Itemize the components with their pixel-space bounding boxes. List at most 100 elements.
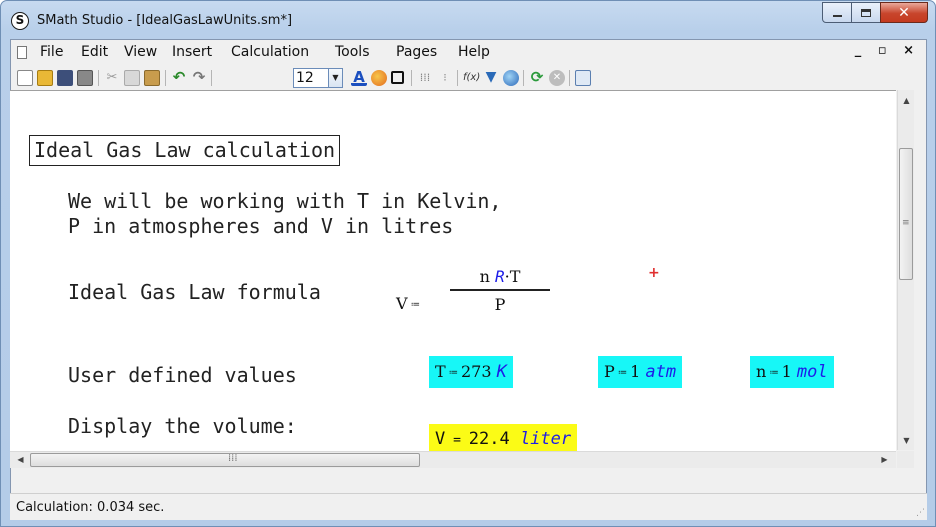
horizontal-scroll-thumb[interactable]: ⁞⁞⁞ bbox=[30, 453, 420, 467]
close-button[interactable]: ✕ bbox=[880, 2, 928, 23]
fill-color-icon[interactable] bbox=[371, 70, 387, 86]
assign-operator: ≔ bbox=[410, 300, 420, 310]
scrollbar-corner bbox=[897, 451, 914, 468]
value-var: P bbox=[604, 362, 615, 381]
assign-operator: ≔ bbox=[617, 368, 628, 378]
display-label[interactable]: Display the volume: bbox=[68, 414, 297, 438]
dynamic-icon[interactable] bbox=[503, 70, 519, 86]
menu-file[interactable]: File bbox=[40, 44, 63, 60]
menu-edit[interactable]: Edit bbox=[81, 44, 108, 60]
title-bar[interactable]: S SMath Studio - [IdealGasLawUnits.sm*] … bbox=[1, 1, 935, 39]
menu-bar: File Edit View Insert Calculation Tools … bbox=[11, 40, 926, 64]
mdi-controls[interactable]: _ ▫ × bbox=[855, 43, 920, 58]
formula-label[interactable]: Ideal Gas Law formula bbox=[68, 280, 321, 304]
result-volume[interactable]: V = 22.4 liter bbox=[429, 424, 578, 451]
scroll-left-icon[interactable]: ◀ bbox=[12, 452, 29, 468]
cut-icon[interactable]: ✂ bbox=[104, 70, 120, 86]
menu-help[interactable]: Help bbox=[458, 44, 490, 60]
cursor-crosshair-icon: + bbox=[648, 265, 660, 281]
caption-buttons: ✕ bbox=[822, 2, 928, 23]
toolbar-separator bbox=[569, 70, 570, 86]
new-icon[interactable] bbox=[17, 70, 33, 86]
equals-sign: = bbox=[445, 433, 469, 448]
result-unit: liter bbox=[519, 429, 572, 449]
open-icon[interactable] bbox=[37, 70, 53, 86]
text-color-icon[interactable]: A bbox=[351, 70, 367, 86]
minimize-icon bbox=[832, 15, 842, 17]
app-window: S SMath Studio - [IdealGasLawUnits.sm*] … bbox=[0, 0, 936, 527]
maximize-button[interactable] bbox=[851, 2, 881, 23]
page-icon[interactable] bbox=[575, 70, 591, 86]
worksheet-title[interactable]: Ideal Gas Law calculation bbox=[29, 135, 341, 166]
status-bar: Calculation: 0.034 sec. ⋰ bbox=[10, 493, 927, 520]
resize-grip-icon[interactable]: ⋰ bbox=[916, 508, 925, 518]
scroll-down-icon[interactable]: ▼ bbox=[898, 432, 915, 449]
value-num: 273 bbox=[460, 362, 492, 381]
ideal-gas-formula[interactable]: V ≔ n R·T P bbox=[396, 267, 550, 314]
redo-icon[interactable]: ↷ bbox=[191, 70, 207, 86]
status-text: Calculation: 0.034 sec. bbox=[16, 500, 165, 515]
font-size-input[interactable]: 12 bbox=[293, 68, 329, 88]
scroll-right-icon[interactable]: ▶ bbox=[876, 452, 893, 468]
numerator-t: T bbox=[509, 267, 521, 286]
value-unit: atm bbox=[645, 362, 677, 382]
value-n[interactable]: n ≔ 1 mol bbox=[750, 356, 834, 388]
value-unit: mol bbox=[796, 362, 828, 382]
scroll-up-icon[interactable]: ▲ bbox=[898, 92, 915, 109]
toolbar-separator bbox=[457, 70, 458, 86]
print-icon[interactable] bbox=[77, 70, 93, 86]
align-icon[interactable]: ⁞⁞⁞ bbox=[417, 70, 433, 86]
vertical-scrollbar[interactable]: ▲ ≡ ▼ bbox=[897, 90, 914, 450]
vertical-scroll-thumb[interactable] bbox=[899, 148, 913, 280]
menu-pages[interactable]: Pages bbox=[396, 44, 437, 60]
value-unit: K bbox=[496, 362, 507, 382]
numerator-r: R bbox=[495, 267, 505, 286]
refresh-icon[interactable]: ⟳ bbox=[529, 70, 545, 86]
toolbar-separator bbox=[411, 70, 412, 86]
result-var: V bbox=[435, 429, 446, 449]
font-size-dropdown[interactable]: ▼ bbox=[329, 68, 343, 88]
user-values-label[interactable]: User defined values bbox=[68, 363, 297, 387]
formula-lhs: V bbox=[396, 294, 408, 313]
copy-icon[interactable] bbox=[124, 70, 140, 86]
result-num: 22.4 bbox=[468, 429, 510, 449]
close-icon: ✕ bbox=[898, 4, 910, 21]
menu-calculation[interactable]: Calculation bbox=[231, 44, 309, 60]
function-icon[interactable]: f(x) bbox=[463, 70, 480, 86]
assign-operator: ≔ bbox=[769, 368, 779, 378]
toolbar-separator bbox=[165, 70, 166, 86]
assign-operator: ≔ bbox=[448, 368, 458, 378]
value-t[interactable]: T ≔ 273 K bbox=[429, 356, 513, 388]
value-var: n bbox=[756, 362, 767, 381]
grip-icon: ≡ bbox=[902, 218, 910, 228]
filter-icon[interactable]: ▼ bbox=[483, 70, 499, 86]
toolbar: ✂ ↶ ↷ 12 ▼ A ⁞⁞⁞ ⁝ f(x) ▼ ⟳ ✕ bbox=[11, 64, 926, 92]
stop-icon[interactable]: ✕ bbox=[549, 70, 565, 86]
formula-numerator: n R·T bbox=[450, 267, 550, 286]
numerator-n: n bbox=[479, 267, 490, 286]
minimize-button[interactable] bbox=[822, 2, 852, 23]
intro-line-2[interactable]: P in atmospheres and V in litres bbox=[68, 214, 453, 238]
value-p[interactable]: P ≔ 1 atm bbox=[598, 356, 683, 388]
value-var: T bbox=[435, 362, 446, 381]
value-num: 1 bbox=[630, 362, 641, 381]
paste-icon[interactable] bbox=[144, 70, 160, 86]
align2-icon[interactable]: ⁝ bbox=[437, 70, 453, 86]
horizontal-scrollbar[interactable]: ◀ ⁞⁞⁞ ▶ bbox=[10, 451, 896, 468]
border-icon[interactable] bbox=[391, 71, 404, 84]
undo-icon[interactable]: ↶ bbox=[171, 70, 187, 86]
grip-icon: ⁞⁞⁞ bbox=[228, 453, 238, 464]
document-icon[interactable] bbox=[17, 46, 27, 59]
window-title: SMath Studio - [IdealGasLawUnits.sm*] bbox=[37, 13, 293, 28]
menu-insert[interactable]: Insert bbox=[172, 44, 212, 60]
save-icon[interactable] bbox=[57, 70, 73, 86]
formula-denominator: P bbox=[494, 294, 506, 314]
formula-fraction: n R·T P bbox=[450, 267, 550, 314]
toolbar-separator bbox=[98, 70, 99, 86]
menu-tools[interactable]: Tools bbox=[335, 44, 370, 60]
worksheet-canvas[interactable]: Ideal Gas Law calculation We will be wor… bbox=[10, 90, 896, 451]
menu-view[interactable]: View bbox=[124, 44, 157, 60]
toolbar-separator bbox=[523, 70, 524, 86]
smath-logo-icon[interactable]: S bbox=[11, 12, 29, 30]
intro-line-1[interactable]: We will be working with T in Kelvin, bbox=[68, 189, 501, 213]
